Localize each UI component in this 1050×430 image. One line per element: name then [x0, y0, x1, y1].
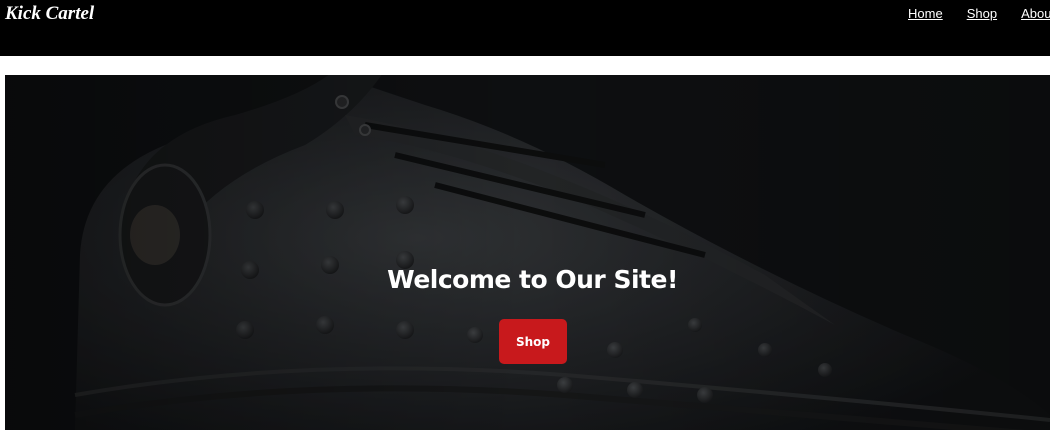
top-navbar: Kick Cartel Home Shop Abou: [0, 0, 1050, 56]
nav-link-home[interactable]: Home: [908, 6, 943, 22]
hero-shop-button[interactable]: Shop: [499, 319, 567, 364]
hero-title: Welcome to Our Site!: [387, 265, 678, 294]
hero-sneaker-image: [5, 75, 1050, 430]
nav-link-shop[interactable]: Shop: [967, 6, 997, 22]
brand-logo[interactable]: Kick Cartel: [5, 3, 94, 25]
nav-link-about[interactable]: Abou: [1021, 6, 1050, 22]
main-nav: Home Shop Abou: [908, 6, 1050, 22]
hero-banner: Welcome to Our Site! Shop: [5, 75, 1050, 430]
